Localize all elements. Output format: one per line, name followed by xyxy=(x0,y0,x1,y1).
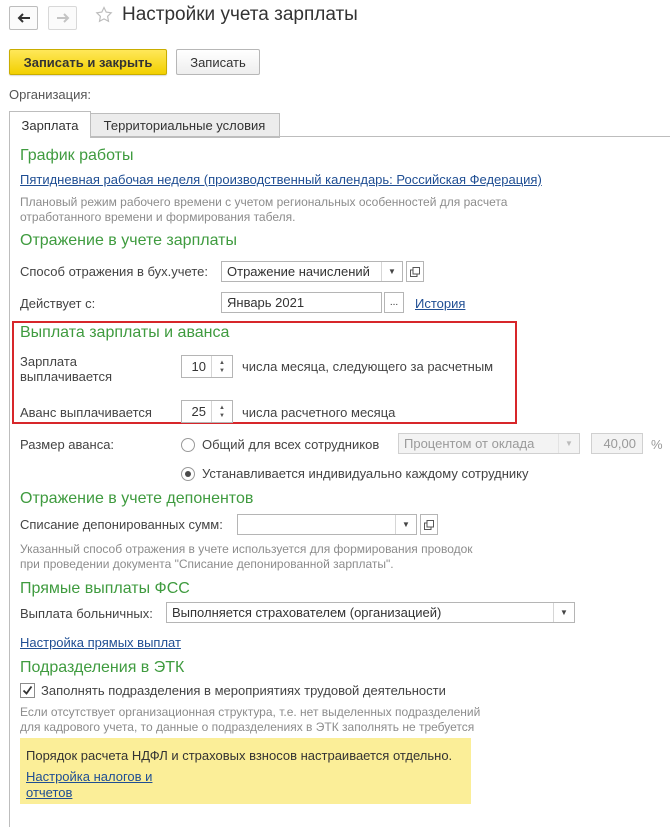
note-line: Если отсутствует организационная структу… xyxy=(20,705,481,719)
page-title: Настройки учета зарплаты xyxy=(122,4,358,25)
field-value: Процентом от оклада xyxy=(404,436,535,451)
chevron-down-icon[interactable]: ▼ xyxy=(395,515,416,534)
tab-territorial-conditions[interactable]: Территориальные условия xyxy=(89,113,280,138)
forward-button[interactable] xyxy=(48,6,77,30)
note-line: при проведении документа "Списание депон… xyxy=(20,557,394,571)
deposit-writeoff-label: Списание депонированных сумм: xyxy=(20,517,223,532)
stepper-arrows-icon[interactable]: ▲ ▼ xyxy=(211,356,232,377)
tab-salary[interactable]: Зарплата xyxy=(9,111,91,138)
fill-departments-checkbox[interactable] xyxy=(20,683,35,698)
field-value: 25 xyxy=(191,404,206,419)
link-line: Настройка налогов и xyxy=(26,769,153,784)
open-icon xyxy=(424,519,434,530)
schedule-note: Плановый режим рабочего времени с учетом… xyxy=(20,195,507,225)
advance-percent-input[interactable]: 40,00 xyxy=(591,433,643,454)
effective-from-input[interactable]: Январь 2021 xyxy=(221,292,382,313)
label-line: выплачивается xyxy=(20,369,112,384)
effective-from-label: Действует с: xyxy=(20,296,96,311)
save-and-close-button[interactable]: Записать и закрыть xyxy=(9,49,167,75)
radio-common-advance[interactable] xyxy=(181,438,195,452)
advance-day-suffix: числа расчетного месяца xyxy=(242,405,396,420)
etk-heading: Подразделения в ЭТК xyxy=(20,659,185,676)
fss-heading: Прямые выплаты ФСС xyxy=(20,580,190,597)
schedule-heading: График работы xyxy=(20,147,134,164)
field-value: Отражение начислений xyxy=(227,264,370,279)
checkmark-icon xyxy=(22,685,33,695)
deposit-writeoff-select[interactable]: ▼ xyxy=(237,514,417,535)
back-button[interactable] xyxy=(9,6,38,30)
field-value: Январь 2021 xyxy=(227,295,305,310)
radio-individual-label: Устанавливается индивидуально каждому со… xyxy=(202,466,529,481)
deposits-note: Указанный способ отражения в учете испол… xyxy=(20,542,473,572)
note-line: Указанный способ отражения в учете испол… xyxy=(20,542,473,556)
work-schedule-link[interactable]: Пятидневная рабочая неделя (производстве… xyxy=(20,172,542,187)
tax-settings-link[interactable]: Настройка налогов и отчетов xyxy=(26,769,152,801)
etk-note: Если отсутствует организационная структу… xyxy=(20,705,480,735)
advance-day-stepper[interactable]: 25 ▲ ▼ xyxy=(181,400,233,423)
salary-paid-label: Зарплата выплачивается xyxy=(20,354,112,384)
tab-label: Территориальные условия xyxy=(103,118,266,133)
note-line: Плановый режим рабочего времени с учетом… xyxy=(20,195,508,209)
stepper-arrows-icon[interactable]: ▲ ▼ xyxy=(211,401,232,422)
fill-departments-label: Заполнять подразделения в мероприятиях т… xyxy=(41,683,446,698)
sick-pay-select[interactable]: Выполняется страхователем (организацией)… xyxy=(166,602,575,623)
star-icon xyxy=(95,6,113,23)
sick-pay-label: Выплата больничных: xyxy=(20,606,153,621)
arrow-right-icon xyxy=(56,13,69,23)
radio-individual-advance[interactable] xyxy=(181,467,195,481)
save-button[interactable]: Записать xyxy=(176,49,260,75)
deposits-heading: Отражение в учете депонентов xyxy=(20,490,254,507)
history-link[interactable]: История xyxy=(415,296,465,311)
salary-day-stepper[interactable]: 10 ▲ ▼ xyxy=(181,355,233,378)
field-value: 10 xyxy=(191,359,206,374)
radio-common-label: Общий для всех сотрудников xyxy=(202,437,380,452)
advance-size-label: Размер аванса: xyxy=(20,437,115,452)
chevron-down-icon[interactable]: ▼ xyxy=(553,603,574,622)
open-accounting-method-button[interactable] xyxy=(406,261,424,282)
favorite-star-button[interactable] xyxy=(95,6,113,27)
field-value: 40,00 xyxy=(603,436,636,451)
salary-day-suffix: числа месяца, следующего за расчетным xyxy=(242,359,494,374)
chevron-down-icon[interactable]: ▼ xyxy=(558,434,579,453)
arrow-left-icon xyxy=(17,13,30,23)
link-line: отчетов xyxy=(26,785,73,800)
percent-sign: % xyxy=(651,437,663,452)
advance-paid-label: Аванс выплачивается xyxy=(20,405,152,420)
chevron-down-icon[interactable]: ▼ xyxy=(381,262,402,281)
note-line: для кадрового учета, то данные о подразд… xyxy=(20,720,475,734)
direct-payments-settings-link[interactable]: Настройка прямых выплат xyxy=(20,635,181,650)
ellipsis-icon: ... xyxy=(389,297,399,308)
effective-from-choose-button[interactable]: ... xyxy=(384,292,404,313)
payment-heading: Выплата зарплаты и аванса xyxy=(20,324,230,341)
label-line: Зарплата xyxy=(20,354,77,369)
info-text: Порядок расчета НДФЛ и страховых взносов… xyxy=(26,748,453,763)
open-icon xyxy=(410,266,420,277)
field-value: Выполняется страхователем (организацией) xyxy=(172,605,442,620)
tab-label: Зарплата xyxy=(21,117,79,133)
accounting-method-select[interactable]: Отражение начислений ▼ xyxy=(221,261,403,282)
advance-method-select[interactable]: Процентом от оклада ▼ xyxy=(398,433,580,454)
note-line: отработанного времени и формирования таб… xyxy=(20,210,296,224)
accounting-method-label: Способ отражения в бух.учете: xyxy=(20,264,208,279)
accounting-heading: Отражение в учете зарплаты xyxy=(20,232,237,249)
open-deposit-writeoff-button[interactable] xyxy=(420,514,438,535)
organization-label: Организация: xyxy=(9,87,92,102)
